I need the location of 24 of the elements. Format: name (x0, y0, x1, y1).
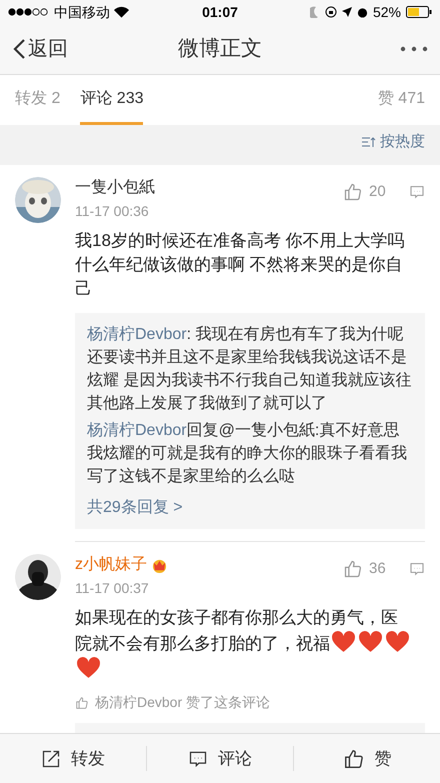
tab[interactable]: 评论 233 (80, 75, 144, 125)
toolbar-button[interactable]: 评论 (188, 746, 252, 772)
tab[interactable]: 转发 2 (15, 75, 60, 125)
reply-text: 杨清柠Devbor: 我现在有房也有车了我为什呢还要读书并且这不是家里给我钱我说这话不是炫耀 是因为我读书不行我自己知道我就应该往其他路上发展了我做到了就可以了 (87, 324, 412, 414)
sort-button[interactable]: 按热度 (362, 130, 425, 154)
page-title: 微博正文 (178, 36, 262, 62)
toolbar-button[interactable]: 转发 (41, 746, 105, 772)
liked-by-text: 杨清柠Devbor 赞了这条评论 (95, 693, 270, 712)
carrier-name: 中国移动 (54, 2, 110, 22)
reply-text: 杨清柠Devbor回复@一隻小包紙:真不好意思我炫耀的可就是我有的睁大你的眼珠子看看我写了这钱不是家里给的么么哒 (87, 420, 408, 487)
clock-time: 01:07 (201, 2, 239, 22)
toolbar-button[interactable]: 赞 (342, 746, 392, 772)
user-name[interactable]: 一隻小包紙 (75, 177, 155, 199)
more-replies-link[interactable]: 共29条回复 > (87, 496, 413, 519)
like-count[interactable]: 36 (369, 558, 399, 580)
back-button[interactable]: 返回 (12, 34, 68, 64)
user-name[interactable]: z小帆妹子 (75, 554, 147, 576)
comment-time: 11-17 00:37 (75, 579, 150, 598)
like-count[interactable]: 20 (369, 181, 399, 204)
comment-text: 我18岁的时候还在准备高考 你不用上大学吗什么年纪做该做的事啊 不然将来哭的是你自己 (75, 230, 406, 300)
comment-time: 11-17 00:36 (75, 202, 150, 221)
comment-text: 如果现在的女孩子都有你那么大的勇气，医院就不会有那么多打胎的了，祝福 (75, 606, 425, 682)
battery-percent: 52% (372, 2, 401, 22)
likes-tab[interactable]: 赞 471 (378, 75, 425, 125)
